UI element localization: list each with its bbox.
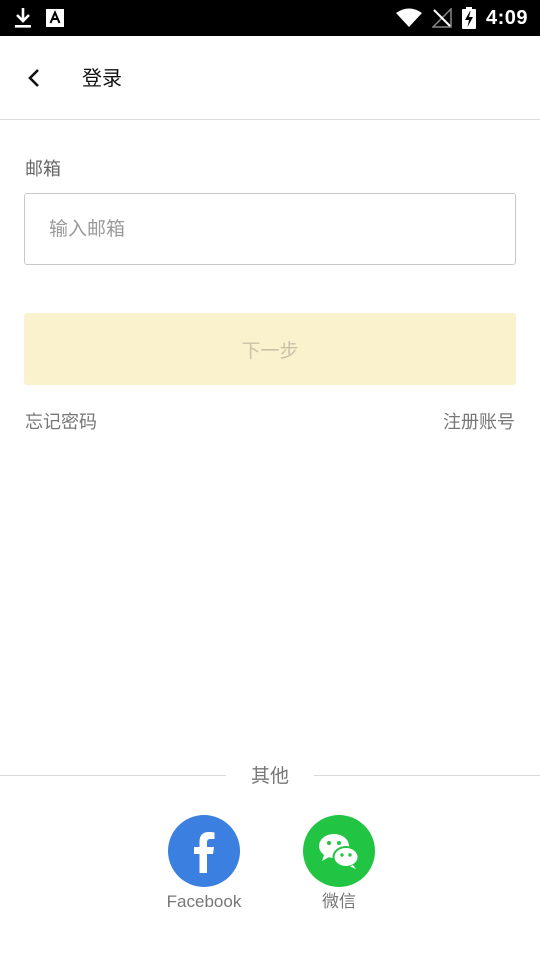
chevron-left-icon — [28, 69, 39, 87]
status-bar: 4:09 — [0, 0, 540, 36]
email-label: 邮箱 — [25, 159, 61, 180]
back-button[interactable] — [14, 58, 54, 98]
facebook-icon — [168, 815, 240, 887]
no-signal-icon — [431, 8, 452, 28]
wechat-label: 微信 — [322, 892, 356, 911]
download-icon — [15, 8, 31, 28]
next-button[interactable]: 下一步 — [24, 313, 516, 385]
email-input[interactable] — [24, 193, 516, 265]
page-title: 登录 — [82, 66, 122, 90]
wifi-icon — [395, 8, 422, 27]
facebook-login-button[interactable]: Facebook — [154, 815, 254, 914]
text-a-icon — [46, 9, 64, 27]
facebook-label: Facebook — [166, 892, 242, 911]
status-bar-left — [14, 0, 64, 36]
register-link[interactable]: 注册账号 — [443, 410, 515, 436]
app-bar: 登录 — [0, 36, 540, 120]
wechat-login-button[interactable]: 微信 — [289, 815, 389, 914]
other-login-label: 其他 — [250, 765, 289, 787]
status-time: 4:09 — [485, 6, 528, 29]
wechat-icon — [303, 815, 375, 887]
battery-charging-icon — [461, 7, 476, 29]
status-bar-right: 4:09 — [395, 0, 528, 36]
forgot-password-link[interactable]: 忘记密码 — [25, 410, 97, 436]
